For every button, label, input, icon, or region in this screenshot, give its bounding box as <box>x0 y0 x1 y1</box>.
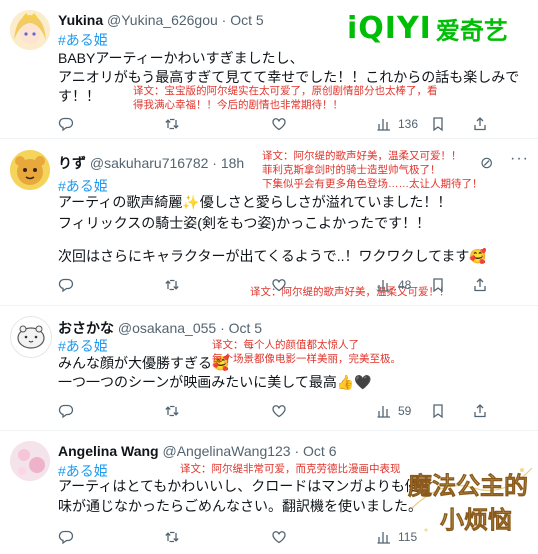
iqiyi-logo: iQIYI 爱奇艺 <box>347 10 508 46</box>
like-button[interactable] <box>271 115 287 133</box>
views-button[interactable]: 59 <box>376 402 411 420</box>
tweet-actions: 59 <box>58 402 498 420</box>
heart-icon <box>272 531 286 544</box>
reply-button[interactable] <box>58 115 74 133</box>
retweet-icon <box>165 531 179 543</box>
like-button[interactable] <box>271 276 287 294</box>
translation-text: 译文：每个人的颜值都太惊人了 <box>212 339 359 351</box>
tweet-text: 味が通じなかったらごめんなさい。翻訳機を使いました。 <box>58 498 422 514</box>
handle-time[interactable]: @osakana_055 · Oct 5 <box>118 320 262 336</box>
avatar[interactable] <box>10 441 50 481</box>
retweet-button[interactable] <box>164 276 180 294</box>
views-icon <box>377 280 390 292</box>
hashtag-link[interactable]: #ある姫 <box>58 336 108 356</box>
share-icon <box>474 117 486 131</box>
tweet-text: BABYアーティーかわいすぎましたし、 <box>58 50 304 66</box>
reply-icon <box>58 278 74 293</box>
tweet-text: アーティの歌声綺麗✨優しさと愛らしさが溢れていました！！ <box>58 194 452 210</box>
bookmark-button[interactable] <box>430 115 446 133</box>
views-icon <box>377 406 390 418</box>
share-button[interactable] <box>472 115 488 133</box>
heart-icon <box>272 118 286 131</box>
tweet-text: 次回はさらにキャラクターが出てくるようで..！ワクワクしてます🥰 <box>58 248 487 264</box>
display-name[interactable]: Yukina <box>58 12 103 28</box>
share-icon <box>474 278 486 292</box>
reply-icon <box>58 117 74 132</box>
share-icon <box>474 404 486 418</box>
more-options-icon[interactable]: ··· <box>510 150 529 168</box>
like-button[interactable] <box>271 528 287 546</box>
translation-text: 每个场景都像电影一样美丽，完美至极。 <box>212 353 401 365</box>
views-icon <box>377 119 390 131</box>
brand-cn: 爱奇艺 <box>435 16 508 45</box>
avatar[interactable] <box>10 316 52 358</box>
hashtag-link[interactable]: #ある姫 <box>58 30 108 50</box>
display-name[interactable]: りず <box>58 155 86 171</box>
translation-text: 下集似乎会有更多角色登场……太让人期待了！ <box>262 178 483 190</box>
share-button[interactable] <box>472 276 488 294</box>
grok-icon[interactable]: ⊘ <box>480 153 494 173</box>
brand-en: iQIYI <box>347 10 432 46</box>
handle-time[interactable]: @AngelinaWang123 · Oct 6 <box>162 443 336 459</box>
translation-text: 译文：阿尔缇的歌声好美，温柔又可爱！！ <box>262 150 462 162</box>
handle-time[interactable]: @Yukina_626gou · Oct 5 <box>107 12 264 28</box>
tweet-actions: 136 <box>58 115 498 133</box>
heart-icon <box>272 279 286 292</box>
bookmark-icon <box>433 404 443 419</box>
heart-icon <box>272 405 286 418</box>
tweet-text: みんな顔が大優勝すぎる🥰 <box>58 355 230 371</box>
handle-time[interactable]: @sakuharu716782 · 18h <box>90 155 244 171</box>
reply-button[interactable] <box>58 402 74 420</box>
retweet-icon <box>165 118 179 130</box>
views-count: 136 <box>398 117 419 131</box>
reply-button[interactable] <box>58 276 74 294</box>
tweet-actions: 48 <box>58 276 498 294</box>
retweet-button[interactable] <box>164 402 180 420</box>
translation-text: 译文：宝宝版的阿尔缇实在太可爱了，原创剧情部分也太棒了，看 <box>133 85 438 97</box>
share-button[interactable] <box>472 402 488 420</box>
translation-text: 得我满心幸福！！今后的剧情也非常期待！！ <box>133 99 343 111</box>
views-button[interactable]: 136 <box>376 115 418 133</box>
tweet[interactable]: おさかな @osakana_055 · Oct 5 #ある姫 みんな顔が大優勝す… <box>0 306 538 431</box>
tweet-text: 一つ一つのシーンが映画みたいに美して最高👍🖤 <box>58 374 372 390</box>
retweet-icon <box>165 405 179 417</box>
bookmark-icon <box>433 117 443 132</box>
avatar[interactable] <box>10 150 50 190</box>
retweet-button[interactable] <box>164 528 180 546</box>
reply-button[interactable] <box>58 528 74 546</box>
display-name[interactable]: おさかな <box>58 320 114 336</box>
reply-icon <box>58 404 74 419</box>
bookmark-icon <box>433 278 443 293</box>
display-name[interactable]: Angelina Wang <box>58 443 159 459</box>
tweet-text: アーティはとてもかわいいし、クロードはマンガよりも優 <box>58 478 419 494</box>
like-button[interactable] <box>271 402 287 420</box>
reply-icon <box>58 530 74 545</box>
tweet-text: フィリックスの騎士姿(剣をもつ姿)かっこよかったです！！ <box>58 215 431 231</box>
svg-text:魔法公主的: 魔法公主的 <box>408 471 528 500</box>
svg-text:小烦恼: 小烦恼 <box>440 505 512 534</box>
translation-text: 译文：阿尔缇非常可爱，而克劳德比漫画中表现 <box>180 463 401 475</box>
bookmark-button[interactable] <box>430 402 446 420</box>
avatar[interactable] <box>10 10 50 50</box>
views-icon <box>377 532 390 544</box>
views-count: 48 <box>398 278 412 292</box>
translation-text: 菲利克斯拿剑时的骑士造型帅气极了！ <box>262 164 441 176</box>
tweet-text: す！！ <box>58 88 100 104</box>
views-button[interactable]: 48 <box>376 276 411 294</box>
retweet-icon <box>165 279 179 291</box>
bookmark-button[interactable] <box>430 276 446 294</box>
retweet-button[interactable] <box>164 115 180 133</box>
poster-title-logo: 魔法公主的 小烦恼 <box>404 448 538 549</box>
views-count: 59 <box>398 404 412 418</box>
